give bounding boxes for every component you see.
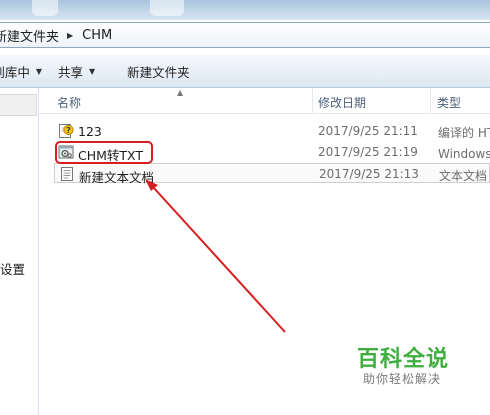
include-in-library-button[interactable]: 包含到库中 ▼ [0, 62, 42, 81]
file-type: 编译的 HTML 帮助文件 [438, 126, 490, 140]
new-folder-label: 新建文件夹 [127, 64, 190, 80]
new-folder-button[interactable]: 新建文件夹 [127, 62, 190, 81]
breadcrumb-current[interactable]: CHM [82, 28, 112, 43]
file-date: 2017/9/25 21:19 [318, 145, 418, 159]
window-title-area [0, 0, 490, 20]
column-header-type[interactable]: 类型 [437, 94, 461, 111]
nav-selected-item[interactable] [0, 94, 37, 116]
watermark-subtitle: 助你轻松解决 [363, 372, 442, 386]
chm-help-file-icon: ? [58, 123, 74, 139]
dropdown-arrow-icon: ▼ [89, 66, 96, 76]
file-name[interactable]: 新建文本文档 [79, 167, 154, 186]
address-bar[interactable]: 新建文件夹 ▶ CHM [0, 22, 490, 48]
sort-ascending-icon: ▲ [177, 88, 184, 97]
navigation-pane[interactable]: 设置 [0, 88, 39, 415]
watermark-title: 百科全说 [357, 347, 450, 372]
share-button[interactable]: 共享 ▼ [58, 62, 95, 81]
column-header-date[interactable]: 修改日期 [318, 94, 366, 111]
column-header-name[interactable]: 名称 [57, 94, 81, 111]
column-divider[interactable] [312, 88, 313, 114]
file-date: 2017/9/25 21:13 [319, 167, 419, 181]
breadcrumb-chevron-icon[interactable]: ▶ [67, 31, 73, 40]
annotation-highlight-box [55, 141, 153, 164]
watermark: 百科全说 助你轻松解决 [340, 333, 468, 391]
column-divider[interactable] [430, 88, 431, 114]
file-type: 文本文档 [439, 169, 488, 183]
column-header-row: ▲ 名称 修改日期 类型 [40, 88, 490, 114]
command-bar: 包含到库中 ▼ 共享 ▼ 新建文件夹 [0, 55, 490, 88]
file-row-selected[interactable]: 新建文本文档 2017/9/25 21:13 文本文档 [54, 163, 490, 186]
dropdown-arrow-icon: ▼ [35, 66, 42, 76]
glass-reflection [150, 0, 184, 16]
file-date: 2017/9/25 21:11 [318, 124, 418, 138]
svg-text:?: ? [66, 126, 71, 135]
include-in-library-label: 包含到库中 [0, 64, 30, 80]
breadcrumb-parent[interactable]: 新建文件夹 [0, 26, 59, 45]
file-name[interactable]: 123 [78, 124, 102, 139]
glass-reflection [32, 0, 58, 16]
text-document-icon [59, 166, 75, 182]
nav-item-label[interactable]: 设置 [0, 259, 37, 278]
file-row[interactable]: ? 123 2017/9/25 21:11 编译的 HTML 帮助文件 [54, 121, 490, 141]
share-label: 共享 [58, 64, 84, 80]
file-type: Windows 批处理文件 [438, 147, 490, 161]
